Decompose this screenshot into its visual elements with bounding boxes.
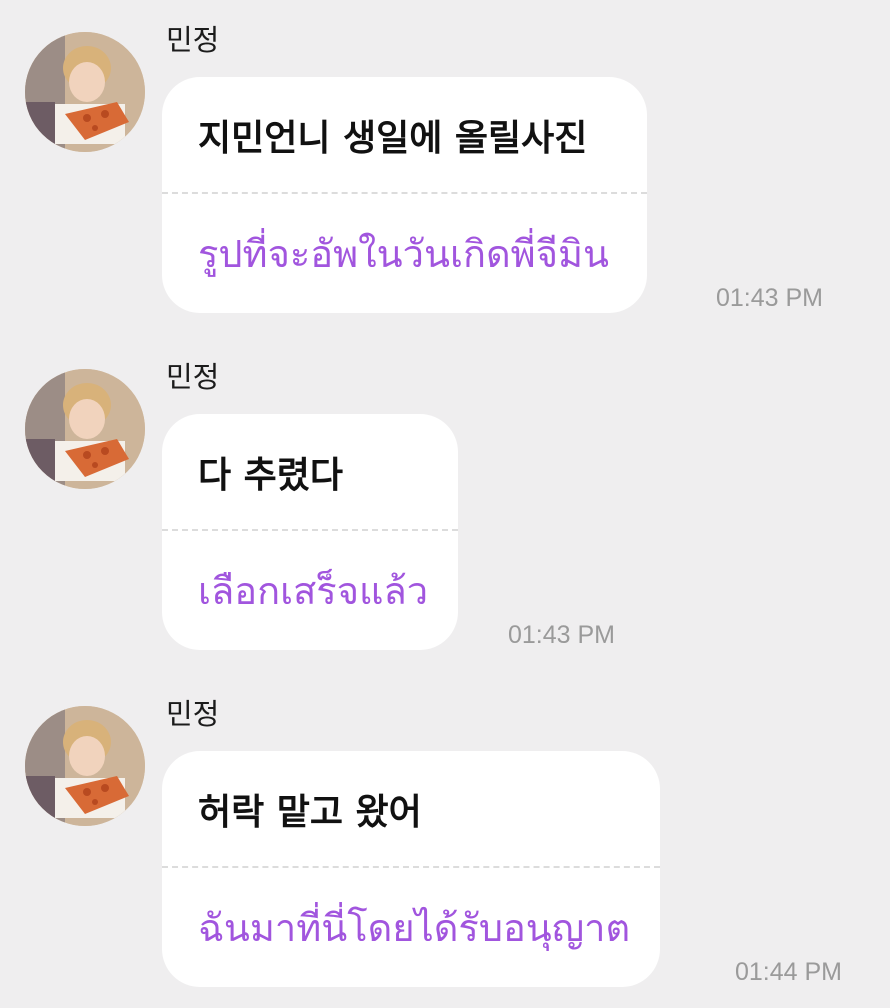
sender-name: 민정 xyxy=(166,697,220,731)
message-bubble[interactable]: 다 추렸다 เลือกเสร็จแล้ว xyxy=(162,414,459,650)
chat-message-list: 민정 지민언니 생일에 올릴사진 รูปที่จะอัพในวันเกิดพี่… xyxy=(0,0,890,1008)
message-translation-text: รูปที่จะอัพในวันเกิดพี่จีมิน xyxy=(198,232,609,276)
chat-message: 민정 허락 맡고 왔어 ฉันมาที่นี่โดยได้รับอนุญาต 0… xyxy=(0,674,890,994)
avatar-photo xyxy=(25,32,145,152)
message-original-text: 지민언니 생일에 올릴사진 xyxy=(198,117,588,159)
message-timestamp: 01:43 PM xyxy=(716,284,824,312)
avatar-photo xyxy=(25,369,145,489)
avatar[interactable] xyxy=(25,369,145,489)
message-bubble[interactable]: 지민언니 생일에 올릴사진 รูปที่จะอัพในวันเกิดพี่จีม… xyxy=(162,77,648,313)
message-translation-text: ฉันมาที่นี่โดยได้รับอนุญาต xyxy=(198,906,631,950)
sender-name: 민정 xyxy=(166,360,220,394)
chat-message: 민정 지민언니 생일에 올릴사진 รูปที่จะอัพในวันเกิดพี่… xyxy=(0,0,890,320)
message-timestamp: 01:44 PM xyxy=(735,958,843,986)
message-translation-text: เลือกเสร็จแล้ว xyxy=(198,569,429,613)
message-bubble[interactable]: 허락 맡고 왔어 ฉันมาที่นี่โดยได้รับอนุญาต xyxy=(162,751,661,987)
avatar-photo xyxy=(25,706,145,826)
message-original-text: 다 추렸다 xyxy=(198,454,344,496)
message-timestamp: 01:43 PM xyxy=(508,621,616,649)
avatar[interactable] xyxy=(25,32,145,152)
avatar[interactable] xyxy=(25,706,145,826)
chat-message: 민정 다 추렸다 เลือกเสร็จแล้ว 01:43 PM xyxy=(0,337,890,657)
sender-name: 민정 xyxy=(166,23,220,57)
message-original-text: 허락 맡고 왔어 xyxy=(198,791,422,833)
